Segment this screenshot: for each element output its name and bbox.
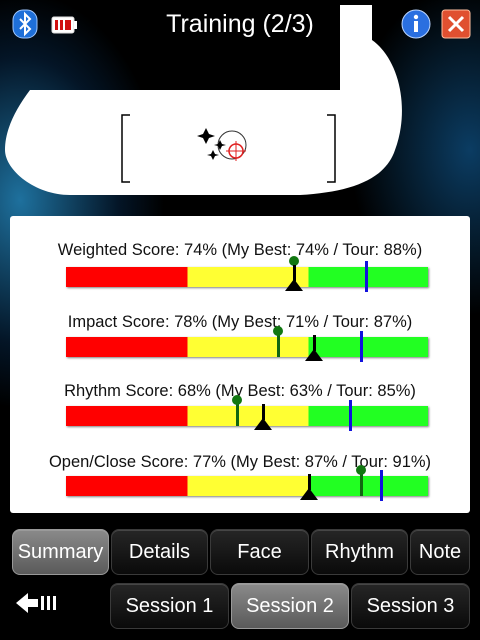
- weighted-score-bar: [66, 267, 428, 287]
- session-1-button[interactable]: Session 1: [110, 583, 229, 629]
- tab-details[interactable]: Details: [111, 529, 208, 575]
- putter-head-illustration: [5, 5, 402, 195]
- back-arrow-icon[interactable]: [14, 590, 58, 616]
- session-2-button[interactable]: Session 2: [231, 583, 349, 629]
- rhythm-score-bar: [66, 406, 428, 426]
- impact-tour-marker: [359, 331, 363, 362]
- impact-score-label: Impact Score: 78% (My Best: 71% / Tour: …: [67, 313, 413, 331]
- impact-score-marker: [305, 349, 324, 361]
- open-close-best-marker: [355, 465, 366, 496]
- tab-summary[interactable]: Summary: [12, 529, 109, 575]
- weighted-score-label: Weighted Score: 74% (My Best: 74% / Tour…: [57, 241, 423, 259]
- rhythm-score-marker: [253, 418, 272, 430]
- impact-best-marker: [273, 326, 284, 357]
- open-close-score-bar: [66, 476, 428, 496]
- session-3-button[interactable]: Session 3: [351, 583, 470, 629]
- open-close-score-label: Open/Close Score: 77% (My Best: 87% / To…: [48, 453, 432, 471]
- tab-note[interactable]: Note: [410, 529, 470, 575]
- weighted-tour-marker: [364, 261, 368, 292]
- tab-rhythm[interactable]: Rhythm: [311, 529, 408, 575]
- impact-score-bar: [66, 337, 428, 357]
- rhythm-best-marker: [231, 395, 242, 426]
- open-close-score-marker: [300, 488, 319, 500]
- open-close-tour-marker: [380, 470, 384, 501]
- weighted-score-marker: [284, 279, 303, 291]
- tab-face[interactable]: Face: [210, 529, 309, 575]
- rhythm-tour-marker: [349, 400, 353, 431]
